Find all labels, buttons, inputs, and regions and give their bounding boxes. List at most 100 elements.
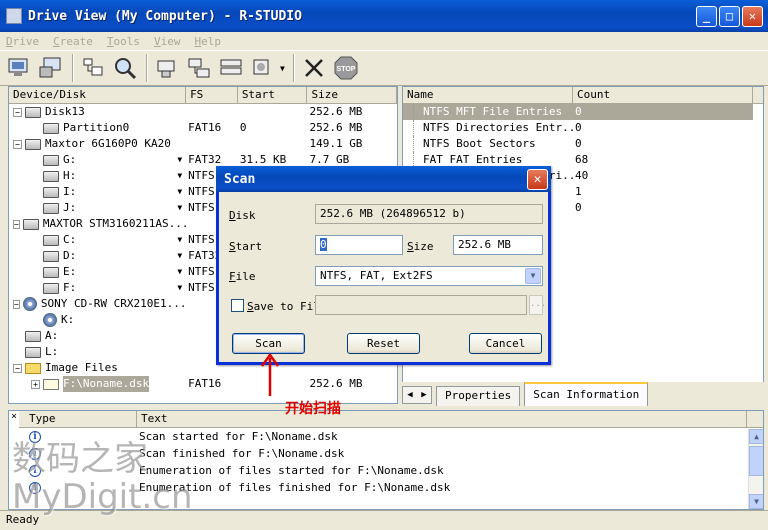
toolbar-separator xyxy=(146,54,148,82)
device-cell: G: ▼ xyxy=(9,152,186,168)
fs-cell: FAT16 xyxy=(188,121,222,134)
info-count-cell: 0 xyxy=(575,121,582,134)
scroll-thumb[interactable] xyxy=(749,446,763,476)
browse-button[interactable]: ... xyxy=(529,295,546,315)
expander-icon[interactable]: − xyxy=(13,219,20,229)
create-virtual-raid-icon[interactable] xyxy=(248,53,278,83)
menu-help[interactable]: Help xyxy=(195,35,222,48)
device-cell: − SONY CD-RW CRX210E1... xyxy=(9,296,186,312)
table-row[interactable]: NTFS Directories Entr... 0 xyxy=(403,120,763,136)
col-size[interactable]: Size xyxy=(307,87,397,103)
right-tabs: ◀ ▶ Properties Scan Information xyxy=(402,382,764,406)
stop-icon[interactable]: STOP xyxy=(331,53,361,83)
expander-icon[interactable]: − xyxy=(13,139,22,149)
table-row[interactable]: NTFS Boot Sectors 0 xyxy=(403,136,763,152)
fs-cell xyxy=(186,136,238,152)
expander-icon[interactable]: − xyxy=(13,299,20,309)
chevron-down-icon[interactable]: ▼ xyxy=(177,168,182,184)
col-count[interactable]: Count xyxy=(573,87,753,103)
chevron-down-icon[interactable]: ▼ xyxy=(177,264,182,280)
disk-icon xyxy=(22,218,39,230)
minimize-button[interactable]: _ xyxy=(696,5,717,27)
col-device[interactable]: Device/Disk xyxy=(9,87,187,103)
cancel-button[interactable]: Cancel xyxy=(469,333,542,354)
disk-icon xyxy=(43,170,59,182)
watermark-line1: 数码之家 xyxy=(12,439,148,479)
chevron-down-icon[interactable]: ▼ xyxy=(280,64,285,73)
chevron-down-icon[interactable]: ▼ xyxy=(177,200,182,216)
size-field[interactable]: 252.6 MB xyxy=(453,235,543,255)
stop-label: STOP xyxy=(336,66,355,73)
start-field[interactable]: 0 xyxy=(315,235,403,255)
create-region-icon[interactable] xyxy=(152,53,182,83)
col-fs[interactable]: FS xyxy=(186,87,238,103)
expander-icon[interactable]: − xyxy=(13,107,22,117)
table-row[interactable]: + F:\Noname.dsk FAT16 252.6 MB xyxy=(9,376,397,392)
scan-icon[interactable] xyxy=(110,53,140,83)
table-row[interactable]: NTFS MFT File Entries 0 xyxy=(403,104,763,120)
menu-create[interactable]: Create xyxy=(53,35,93,48)
expander-icon[interactable]: − xyxy=(13,363,22,373)
close-button[interactable]: ✕ xyxy=(742,5,763,27)
save-to-file-label: Save to Fil xyxy=(247,300,320,313)
device-cell: − Image Files xyxy=(9,360,186,376)
remove-icon[interactable] xyxy=(299,53,329,83)
file-system-select[interactable]: NTFS, FAT, Ext2FS ▼ xyxy=(315,266,543,286)
menu-tools[interactable]: Tools xyxy=(107,35,140,48)
table-row[interactable]: − Disk13 252.6 MB xyxy=(9,104,397,120)
log-header: Type Text xyxy=(19,411,763,428)
reset-button[interactable]: Reset xyxy=(347,333,420,354)
chevron-down-icon[interactable]: ▼ xyxy=(177,280,182,296)
disk-icon xyxy=(43,282,59,294)
table-row[interactable]: − Maxtor 6G160P0 KA20 149.1 GB xyxy=(9,136,397,152)
menu-drive[interactable]: Drive xyxy=(6,35,39,48)
connect-computer-icon[interactable] xyxy=(4,53,34,83)
col-name[interactable]: Name xyxy=(403,87,573,103)
remote-connect-icon[interactable] xyxy=(36,53,66,83)
device-name: Image Files xyxy=(45,361,118,374)
toolbar: ▼ STOP xyxy=(0,50,768,86)
log-text-cell: Scan started for F:\Noname.dsk xyxy=(139,430,338,443)
open-image-icon[interactable] xyxy=(216,53,246,83)
device-name: F: xyxy=(63,281,77,294)
tab-scroll[interactable]: ◀ ▶ xyxy=(402,386,432,404)
col-type[interactable]: Type xyxy=(19,411,137,427)
chevron-down-icon[interactable]: ▼ xyxy=(177,248,182,264)
chevron-down-icon[interactable]: ▼ xyxy=(177,184,182,200)
chevron-left-icon[interactable]: ◀ xyxy=(407,390,412,400)
expander-icon[interactable]: + xyxy=(31,379,40,389)
device-cell: + F:\Noname.dsk xyxy=(9,376,186,392)
maximize-button[interactable]: □ xyxy=(719,5,740,27)
menu-view[interactable]: View xyxy=(154,35,181,48)
device-name: K: xyxy=(61,313,75,326)
device-cell: A: xyxy=(9,328,186,344)
chevron-right-icon[interactable]: ▶ xyxy=(421,390,426,400)
device-name: H: xyxy=(63,169,77,182)
disk-icon xyxy=(43,186,59,198)
device-name: Disk13 xyxy=(45,105,85,118)
chevron-down-icon[interactable]: ▼ xyxy=(177,152,182,168)
chevron-up-icon[interactable]: ▲ xyxy=(749,429,763,444)
device-name: F:\Noname.dsk xyxy=(63,376,150,392)
chevron-down-icon[interactable]: ▼ xyxy=(525,268,541,284)
chevron-down-icon[interactable]: ▼ xyxy=(749,494,763,509)
col-start[interactable]: Start xyxy=(238,87,308,103)
start-cell: 0 xyxy=(239,121,247,134)
start-cell xyxy=(238,104,308,120)
col-text[interactable]: Text xyxy=(137,411,747,427)
tab-scan-information[interactable]: Scan Information xyxy=(524,382,649,406)
log-scrollbar[interactable]: ▲ ▼ xyxy=(748,429,763,509)
size-cell: 252.6 MB xyxy=(309,105,363,118)
tab-properties[interactable]: Properties xyxy=(436,386,521,406)
size-cell: 252.6 MB xyxy=(309,121,363,134)
open-drive-files-icon[interactable] xyxy=(78,53,108,83)
dialog-close-button[interactable]: ✕ xyxy=(527,168,548,190)
save-to-file-checkbox[interactable] xyxy=(231,299,244,312)
chevron-down-icon[interactable]: ▼ xyxy=(177,232,182,248)
create-image-icon[interactable] xyxy=(184,53,214,83)
table-row[interactable]: Partition0 FAT16 0 252.6 MB xyxy=(9,120,397,136)
scan-button[interactable]: Scan xyxy=(232,333,305,354)
close-icon[interactable]: × xyxy=(9,411,19,423)
dialog-title: Scan xyxy=(224,171,256,187)
dialog-title-bar: Scan ✕ xyxy=(216,166,551,192)
